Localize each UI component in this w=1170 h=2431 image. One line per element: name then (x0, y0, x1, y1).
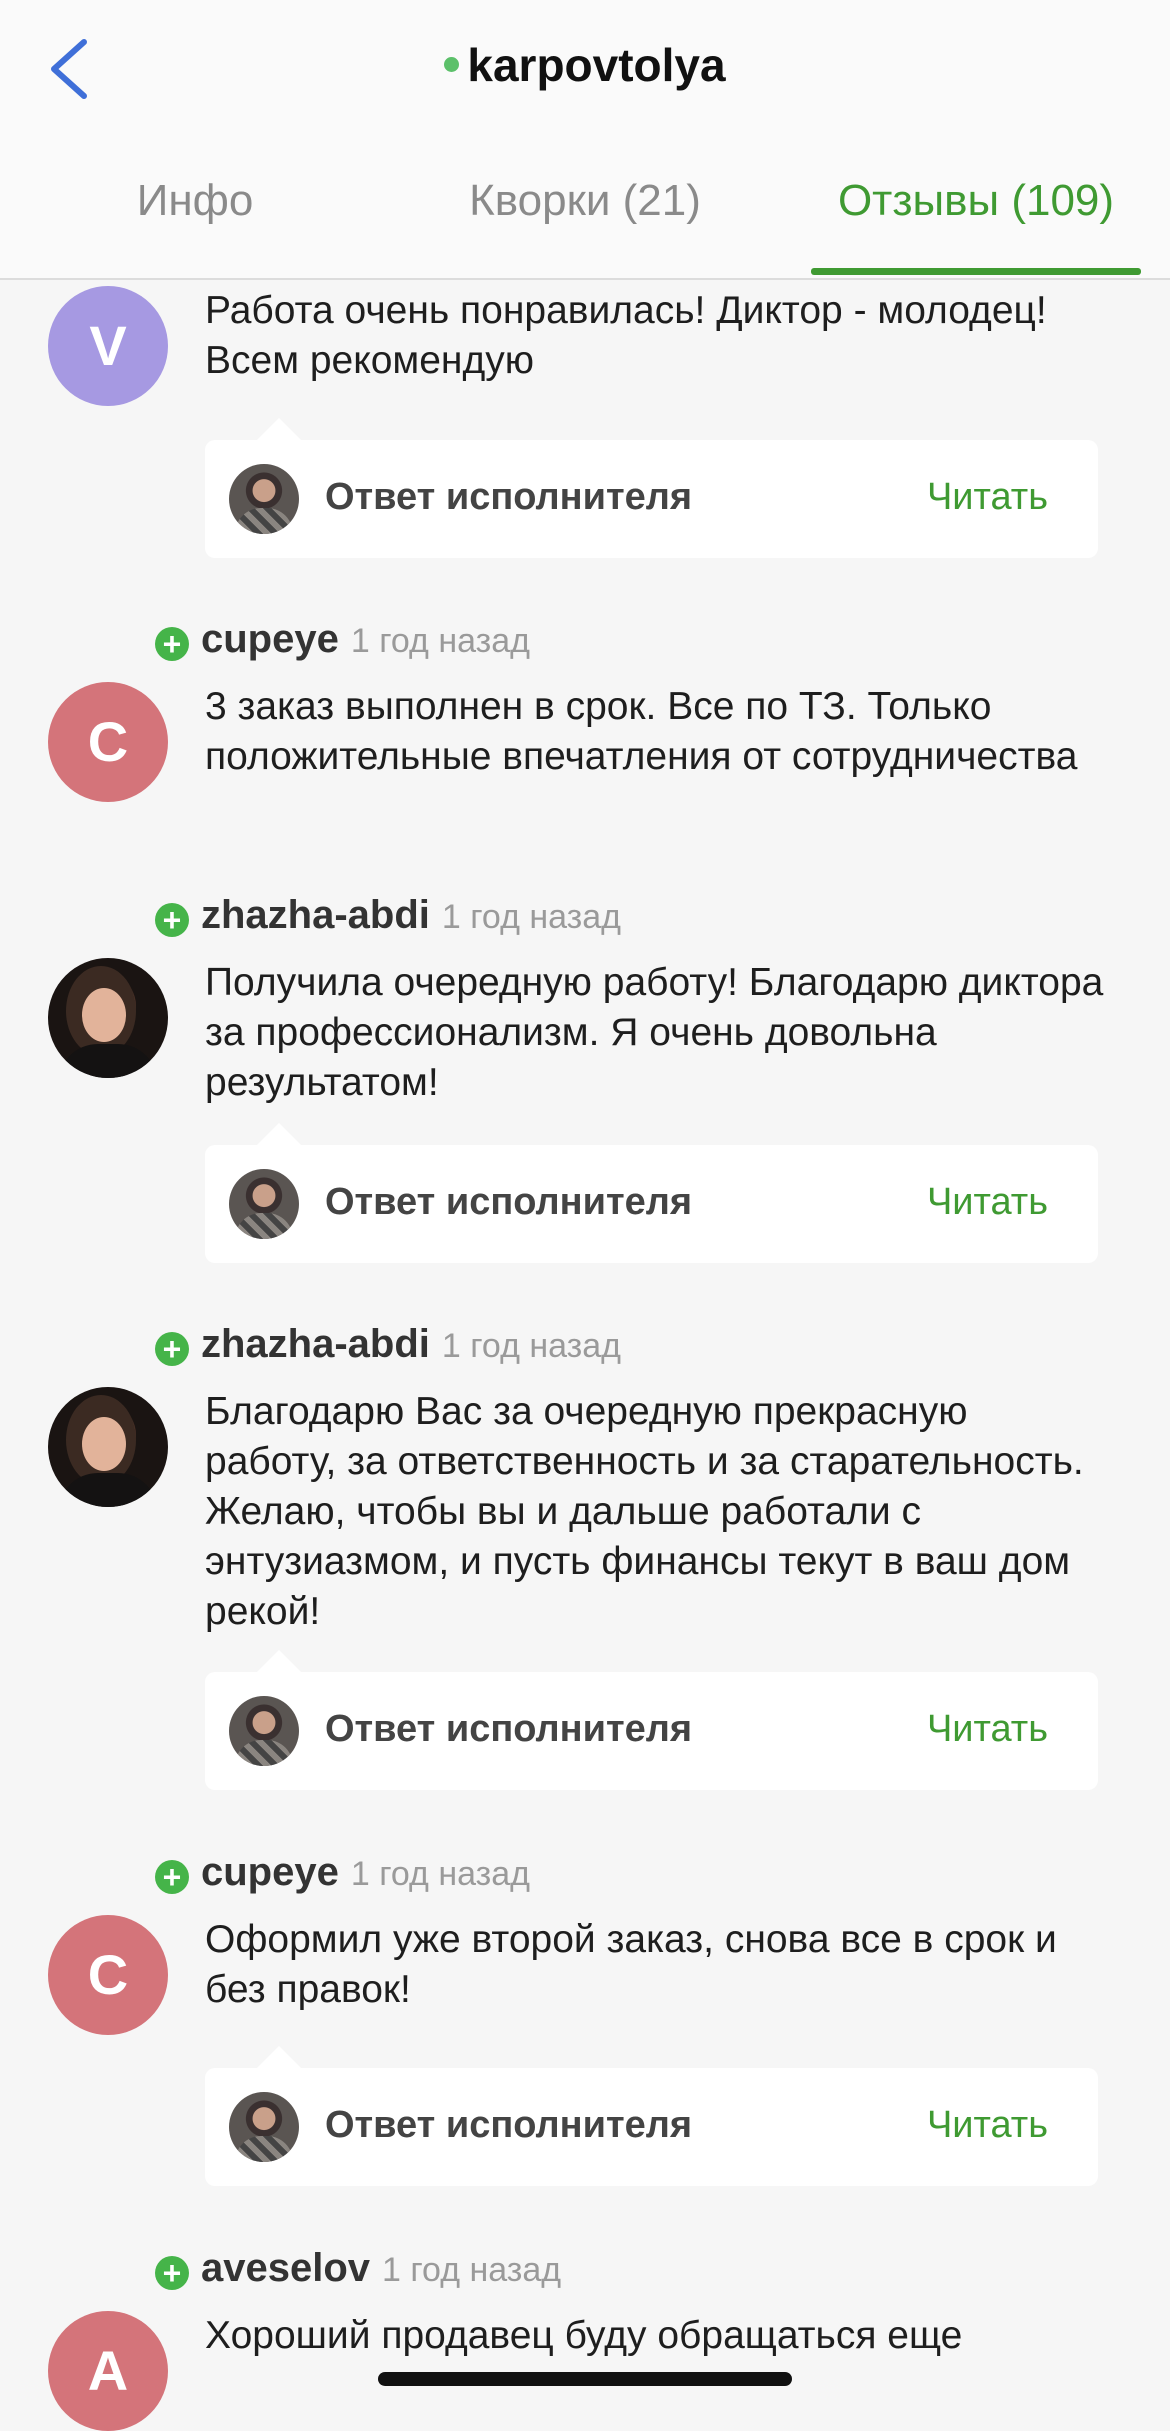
review-header: + aveselov 1 год назад (155, 2246, 561, 2296)
review-text: Оформил уже второй заказ, снова все в ср… (205, 1918, 1057, 2011)
review-text: Хороший продавец буду обращаться еще (205, 2314, 963, 2357)
username[interactable]: aveselov (201, 2246, 370, 2290)
review-time: 1 год назад (350, 622, 530, 660)
avatar[interactable]: V (48, 286, 168, 406)
review-header: + zhazha-abdi 1 год назад (155, 1322, 621, 1372)
online-status-dot (444, 57, 460, 73)
reply-label: Ответ исполнителя (325, 476, 693, 518)
page-title: karpovtolya (0, 38, 1170, 92)
avatar[interactable]: C (48, 1915, 168, 2035)
review-time: 1 год назад (382, 2251, 562, 2289)
reply-label: Ответ исполнителя (325, 1708, 693, 1750)
plus-icon: + (155, 2255, 189, 2290)
avatar[interactable]: C (48, 682, 168, 802)
tab-info[interactable]: Инфо (95, 176, 295, 226)
review-time: 1 год назад (350, 1855, 530, 1893)
review-text: 3 заказ выполнен в срок. Все по ТЗ. Толь… (205, 685, 1078, 778)
executor-avatar (229, 1169, 299, 1239)
tab-reviews[interactable]: Отзывы (109) (811, 176, 1141, 226)
read-reply-button[interactable]: Читать (927, 1708, 1048, 1751)
top-bar: karpovtolya Инфо Кворки (21) Отзывы (109… (0, 0, 1170, 280)
username[interactable]: zhazha-abdi (201, 893, 430, 937)
plus-icon: + (155, 902, 189, 937)
review-header: + cupeye 1 год назад (155, 617, 530, 667)
active-tab-indicator (811, 268, 1141, 275)
read-reply-button[interactable]: Читать (927, 1181, 1048, 1224)
executor-avatar (229, 464, 299, 534)
home-indicator[interactable] (378, 2372, 792, 2386)
executor-reply[interactable]: Ответ исполнителя Читать (205, 1123, 1098, 1263)
review-time: 1 год назад (441, 1327, 622, 1365)
plus-icon: + (155, 1331, 189, 1366)
tab-kworks[interactable]: Кворки (21) (430, 176, 740, 226)
avatar[interactable] (48, 1387, 168, 1507)
executor-reply[interactable]: Ответ исполнителя Читать (205, 1650, 1098, 1790)
reply-label: Ответ исполнителя (325, 1181, 693, 1223)
review-text: Получила очередную работу! Благодарю дик… (205, 961, 1104, 1104)
review-text: Благодарю Вас за очередную прекрасную ра… (205, 1390, 1084, 1633)
review-text: Работа очень понравилась! Диктор - молод… (205, 289, 1047, 382)
avatar[interactable] (48, 958, 168, 1078)
executor-reply[interactable]: Ответ исполнителя Читать (205, 418, 1098, 558)
username[interactable]: zhazha-abdi (201, 1322, 430, 1366)
username[interactable]: cupeye (201, 1850, 339, 1894)
executor-avatar (229, 2092, 299, 2162)
review-header: + cupeye 1 год назад (155, 1850, 530, 1900)
avatar[interactable]: A (48, 2311, 168, 2431)
executor-reply[interactable]: Ответ исполнителя Читать (205, 2046, 1098, 2186)
executor-avatar (229, 1696, 299, 1766)
read-reply-button[interactable]: Читать (927, 476, 1048, 519)
reply-label: Ответ исполнителя (325, 2104, 693, 2146)
username[interactable]: cupeye (201, 617, 339, 661)
plus-icon: + (155, 1859, 189, 1894)
review-header: + zhazha-abdi 1 год назад (155, 893, 621, 943)
read-reply-button[interactable]: Читать (927, 2104, 1048, 2147)
review-time: 1 год назад (441, 898, 622, 936)
plus-icon: + (155, 626, 189, 661)
